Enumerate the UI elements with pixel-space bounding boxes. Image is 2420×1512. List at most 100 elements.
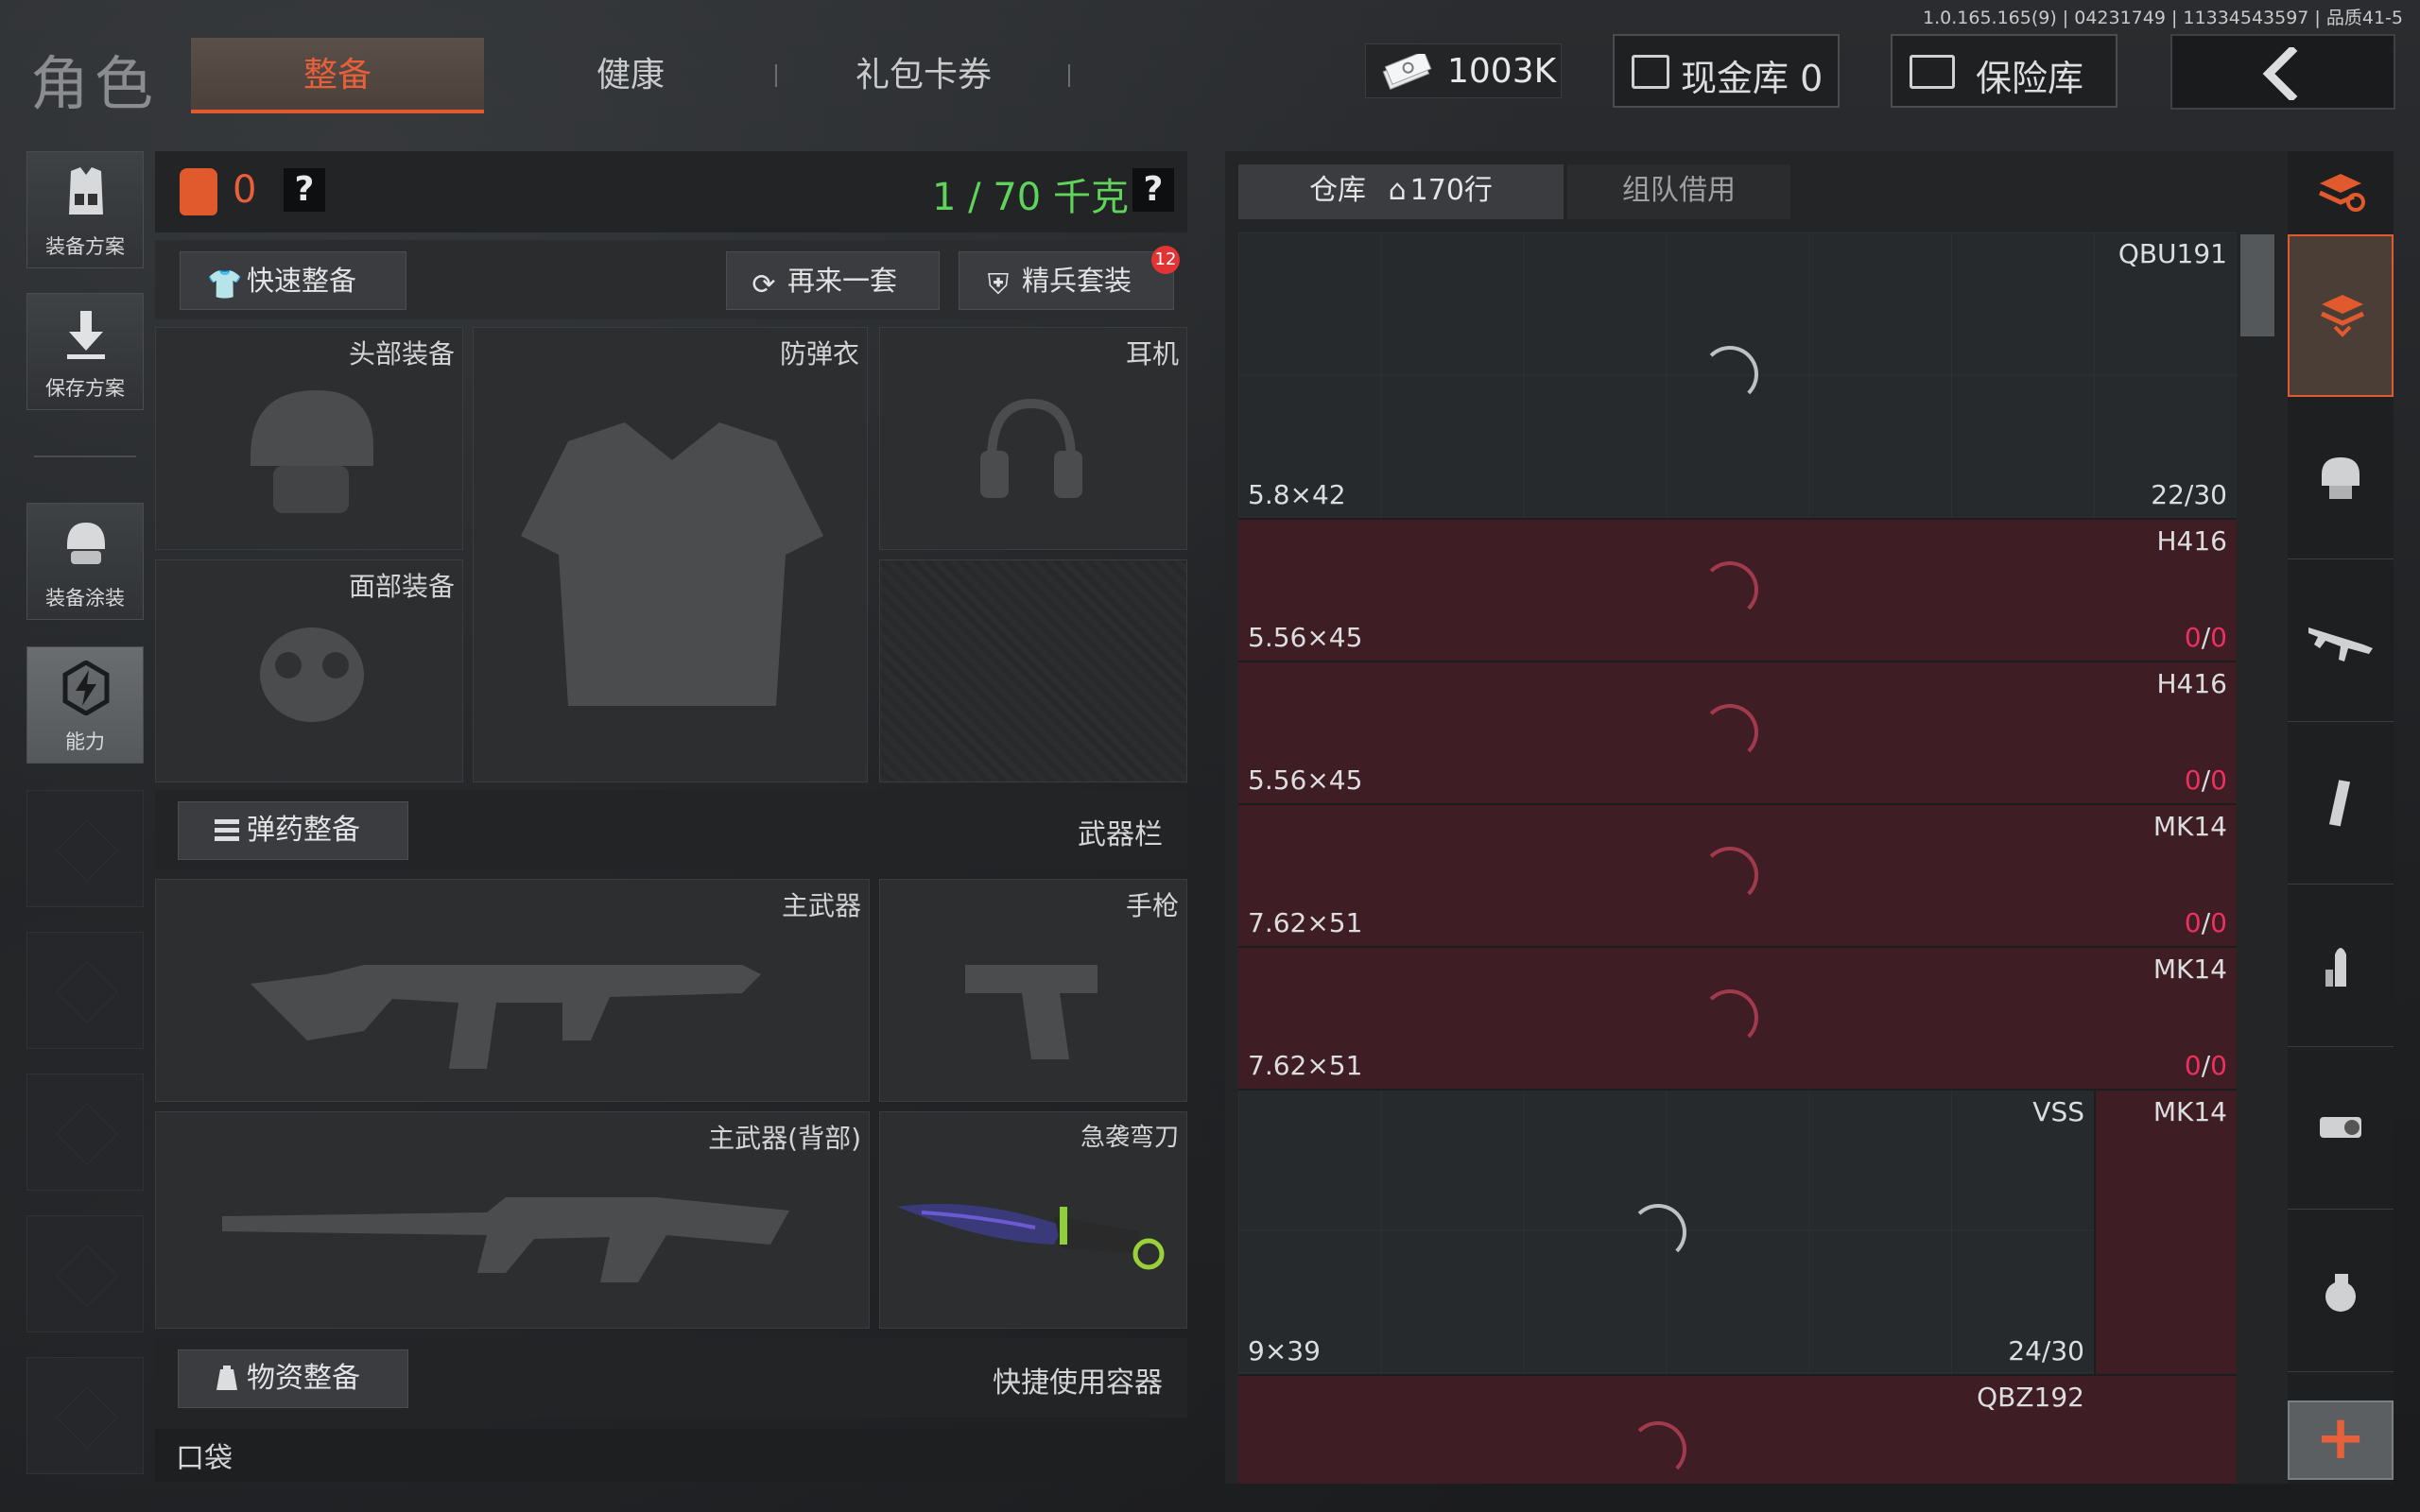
- back-button[interactable]: [2170, 34, 2395, 110]
- sidebar-divider: [34, 455, 136, 457]
- loading-spinner: [1702, 561, 1758, 618]
- filter-magazine[interactable]: [2288, 722, 2394, 885]
- filter-all[interactable]: [2288, 234, 2394, 397]
- item-ammo: 0/0: [2184, 622, 2227, 653]
- sidebar-item-label: 保存方案: [45, 377, 125, 400]
- stack-down-icon: [2320, 295, 2365, 337]
- supply-section-bar: 物资整备 快捷使用容器: [155, 1338, 1187, 1418]
- filter-rifle[interactable]: [2288, 559, 2394, 722]
- shield-icon: ⛨: [987, 268, 1010, 301]
- item-caliber: 5.8×42: [1248, 479, 1346, 510]
- slot-locked: [879, 559, 1187, 782]
- cash-vault-button[interactable]: 现金库 0: [1613, 34, 1840, 108]
- item-ammo: 0/0: [2184, 1050, 2227, 1081]
- sidebar-empty-slot: [26, 1215, 144, 1332]
- again-set-button[interactable]: ⟳ 再来一套: [726, 251, 940, 310]
- warehouse-scrollbar[interactable]: [2240, 234, 2274, 336]
- slot-head[interactable]: 头部装备: [155, 327, 463, 550]
- vest-plan-icon: [69, 167, 103, 215]
- tab-loadout[interactable]: 整备: [191, 38, 484, 113]
- warehouse-item[interactable]: MK14: [2094, 1089, 2237, 1374]
- item-name: VSS: [2032, 1096, 2084, 1127]
- slot-pistol[interactable]: 手枪: [879, 879, 1187, 1102]
- ammo-equip-button[interactable]: 弹药整备: [178, 801, 408, 860]
- top-bar: 1.0.165.165(9) | 04231749 | 11334543597 …: [0, 0, 2420, 125]
- warehouse-item[interactable]: VSS 9×39 24/30: [1238, 1089, 2094, 1374]
- ammo-list-icon: [215, 819, 239, 841]
- filter-ammo[interactable]: [2288, 885, 2394, 1047]
- ammo-section-bar: 弹药整备 武器栏: [155, 790, 1187, 869]
- build-info: 1.0.165.165(9) | 04231749 | 11334543597 …: [1923, 8, 2403, 28]
- tab-divider: [1068, 64, 1070, 87]
- scope-icon: [2320, 1117, 2361, 1138]
- cash-vault-icon: [1632, 55, 1669, 89]
- slot-primary-weapon-back[interactable]: 主武器(背部): [155, 1111, 870, 1329]
- warehouse-tab-label: 仓库: [1309, 174, 1367, 207]
- page-title: 角色: [30, 49, 160, 118]
- slot-body-armor[interactable]: 防弹衣: [473, 327, 868, 782]
- stack-refresh-icon: [2318, 174, 2365, 212]
- tab-health[interactable]: 健康: [484, 38, 777, 113]
- warehouse-rows: 170行: [1409, 174, 1493, 207]
- sidebar-item-equipment-paint[interactable]: 装备涂装: [26, 503, 144, 620]
- weight-help-button[interactable]: ?: [1132, 168, 1174, 212]
- supply-equip-button[interactable]: 物资整备: [178, 1349, 408, 1408]
- warehouse-item[interactable]: MK14 7.62×51 0/0: [1238, 803, 2237, 946]
- gas-mask-icon: [260, 627, 364, 722]
- filter-attachment[interactable]: [2288, 1047, 2394, 1210]
- warehouse-item[interactable]: QBU191 5.8×42 22/30: [1238, 232, 2237, 518]
- warehouse-item[interactable]: H416 5.56×45 0/0: [1238, 661, 2237, 803]
- slot-face[interactable]: 面部装备: [155, 559, 463, 782]
- chevron-left-icon: [2262, 47, 2298, 100]
- item-name: MK14: [2152, 811, 2227, 842]
- help-button[interactable]: ?: [284, 168, 325, 212]
- refresh-icon: ⟳: [752, 268, 776, 301]
- filter-sort[interactable]: [2288, 151, 2394, 234]
- item-caliber: 9×39: [1248, 1335, 1321, 1366]
- headset-icon: [980, 398, 1082, 498]
- item-caliber: 7.62×51: [1248, 907, 1363, 938]
- shirt-icon: 👕: [207, 268, 243, 301]
- filter-throwable[interactable]: [2288, 1210, 2394, 1372]
- tab-warehouse[interactable]: 仓库 ⌂ 170行: [1238, 164, 1564, 219]
- tab-team-borrow[interactable]: 组队借用: [1567, 164, 1790, 219]
- item-caliber: 5.56×45: [1248, 765, 1363, 796]
- helmet-icon: [251, 390, 373, 513]
- sidebar-empty-slot: [26, 790, 144, 907]
- ammo-equip-label: 弹药整备: [247, 814, 360, 847]
- loading-spinner: [1630, 1421, 1686, 1478]
- slot-primary-weapon[interactable]: 主武器: [155, 879, 870, 1102]
- sidebar-item-label: 装备方案: [45, 235, 125, 258]
- cash-vault-label: 现金库 0: [1681, 58, 1824, 99]
- warehouse-panel: 仓库 ⌂ 170行 组队借用 QBU191 5.8×42 22/30 H416 5…: [1225, 151, 2288, 1484]
- slot-label: 耳机: [1125, 338, 1179, 369]
- warehouse-item[interactable]: QBZ192: [1238, 1374, 2237, 1484]
- slot-melee[interactable]: 急袭弯刀: [879, 1111, 1187, 1329]
- add-button[interactable]: +: [2288, 1400, 2394, 1480]
- loading-spinner: [1702, 704, 1758, 761]
- backpack-count: 0: [233, 168, 257, 212]
- slot-label: 急袭弯刀: [1080, 1124, 1179, 1152]
- warehouse-item[interactable]: MK14 7.62×51 0/0: [1238, 946, 2237, 1089]
- sidebar-item-equipment-plan[interactable]: 装备方案: [26, 151, 144, 268]
- lightning-hex-icon: [62, 661, 110, 715]
- sidebar-item-label: 装备涂装: [45, 587, 125, 610]
- elite-set-label: 精兵套装: [1022, 265, 1132, 297]
- supply-bag-icon: [216, 1366, 237, 1390]
- loading-spinner: [1630, 1204, 1686, 1261]
- slot-headset[interactable]: 耳机: [879, 327, 1187, 550]
- safe-vault-button[interactable]: 保险库: [1891, 34, 2118, 108]
- quick-equip-button[interactable]: 👕 快速整备: [180, 251, 406, 310]
- loadout-header: 0 ? 1 / 70 千克 ?: [155, 151, 1187, 232]
- filter-column: [2288, 151, 2394, 1484]
- sidebar-item-ability[interactable]: 能力: [26, 646, 144, 764]
- sidebar-item-save-plan[interactable]: 保存方案: [26, 293, 144, 410]
- tab-gift-cards[interactable]: 礼包卡券: [777, 38, 1070, 113]
- filter-armor[interactable]: [2288, 397, 2394, 559]
- backpack-icon: [180, 168, 217, 215]
- warehouse-item[interactable]: H416 5.56×45 0/0: [1238, 518, 2237, 661]
- karambit-icon: [897, 1204, 1165, 1270]
- elite-set-button[interactable]: ⛨ 精兵套装: [959, 251, 1174, 310]
- again-set-label: 再来一套: [787, 265, 898, 297]
- cash-display: 1003K: [1365, 43, 1562, 98]
